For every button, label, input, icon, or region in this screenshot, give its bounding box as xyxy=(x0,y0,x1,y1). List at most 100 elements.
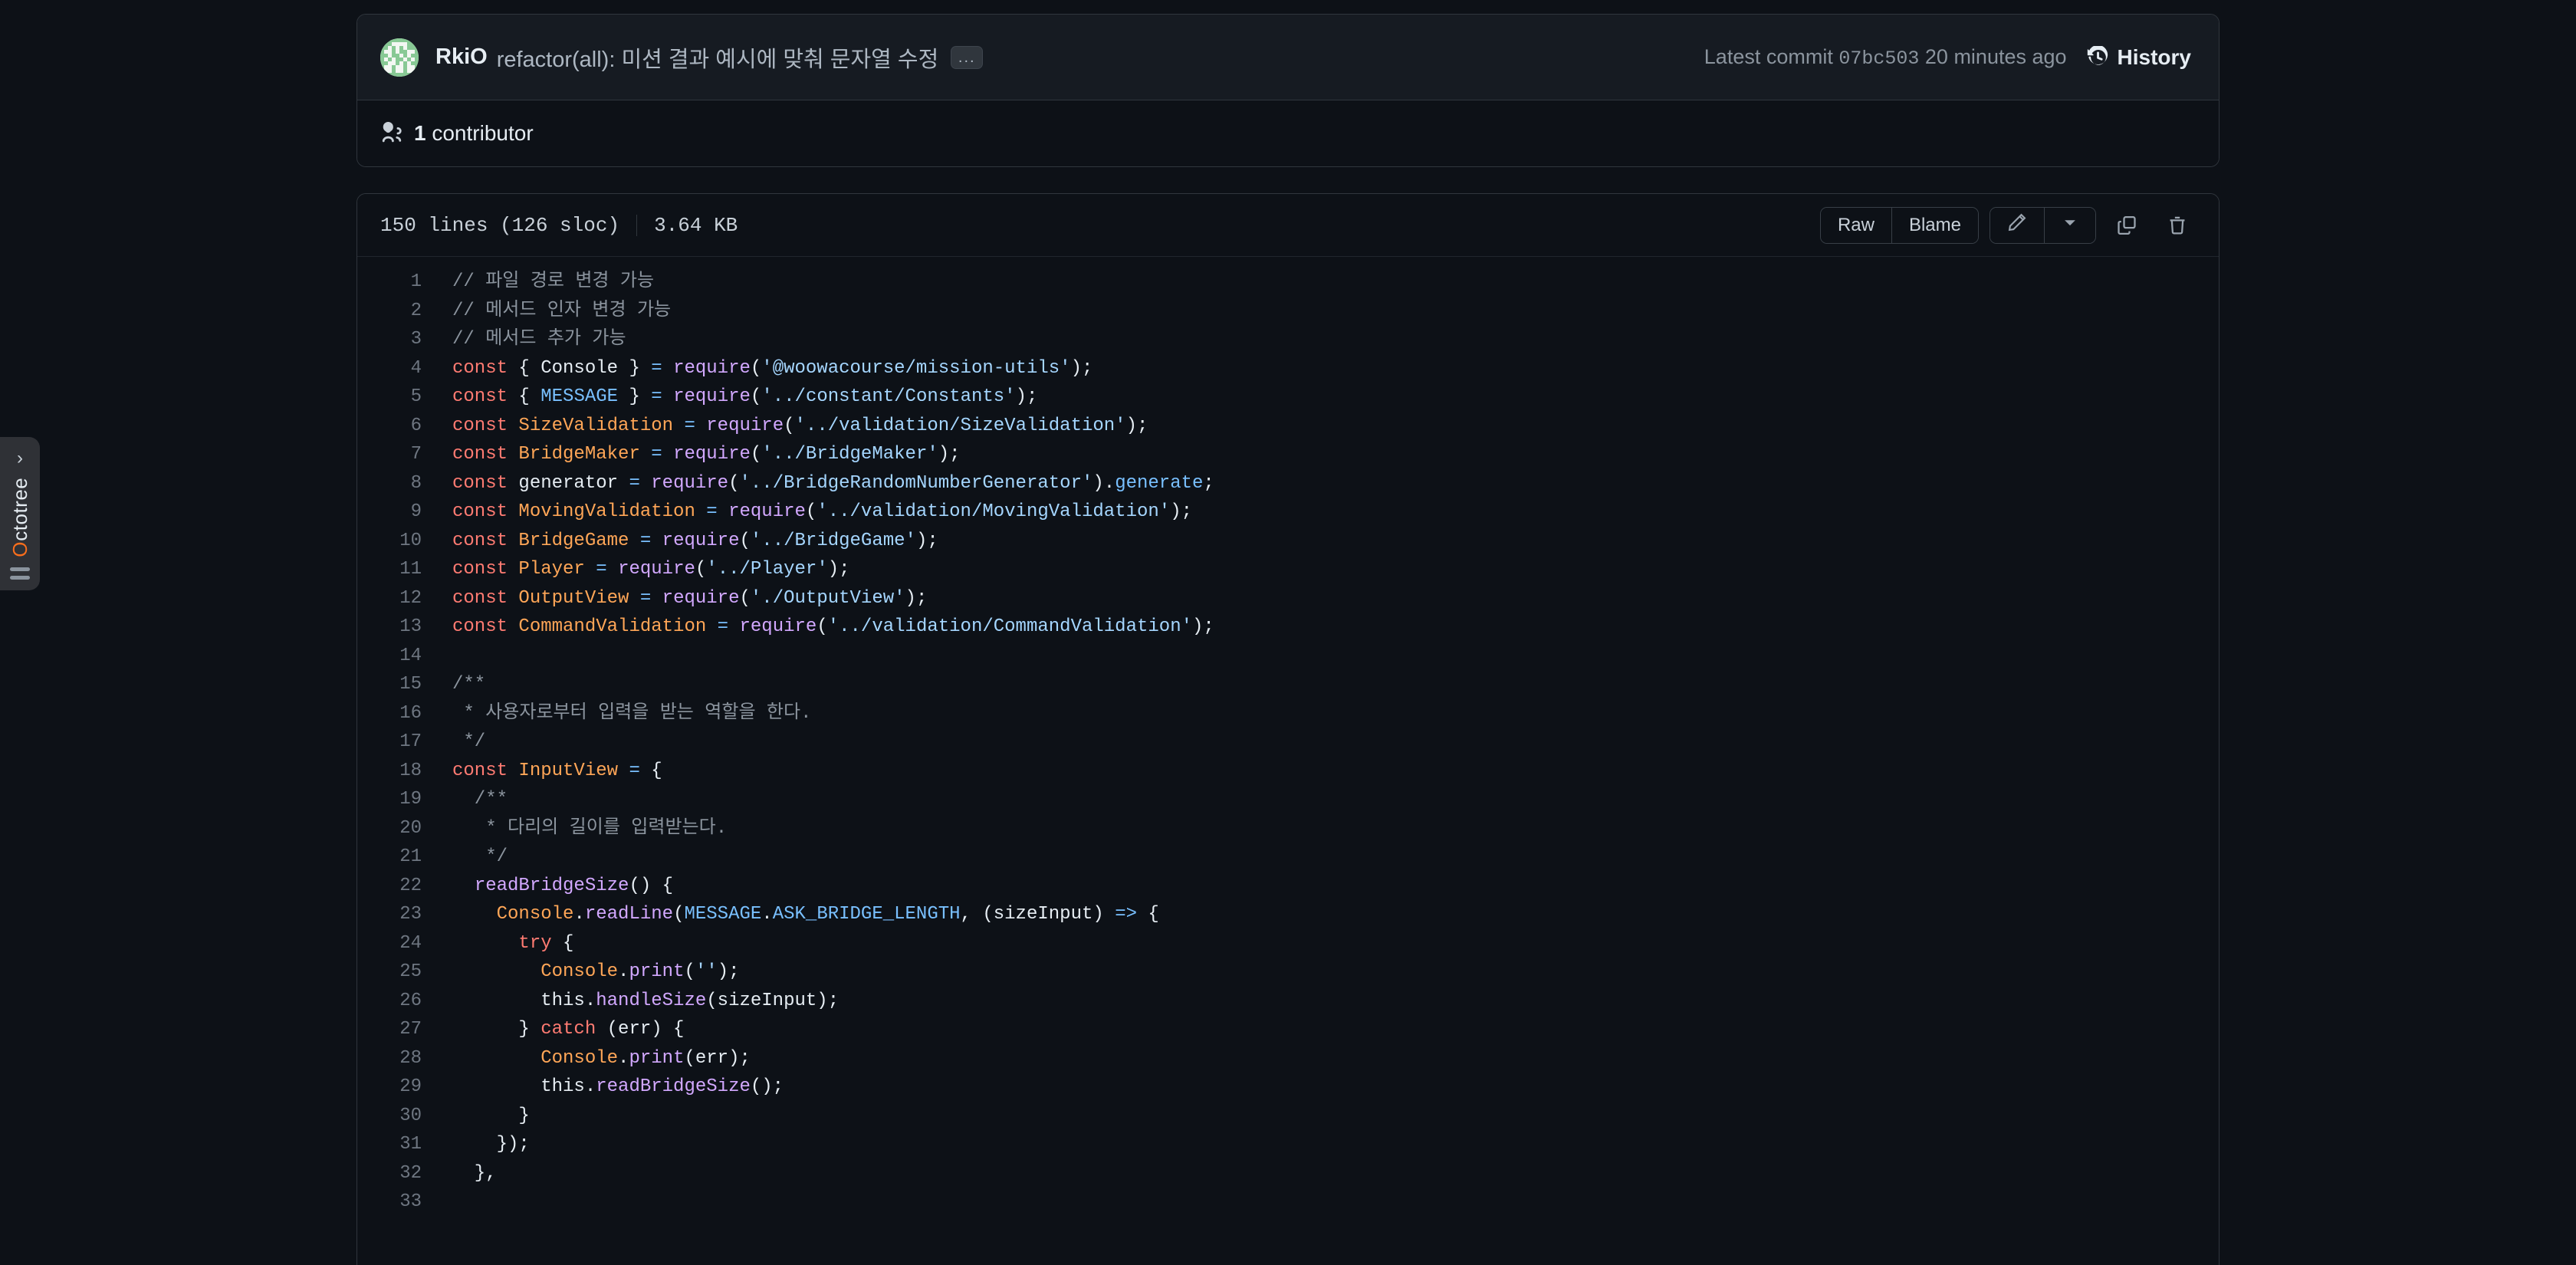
code-token: ( xyxy=(684,961,695,982)
commit-sha[interactable]: 07bc503 xyxy=(1838,48,1919,70)
code-token: // 메서드 인자 변경 가능 xyxy=(452,300,672,321)
line-number[interactable]: 2 xyxy=(357,297,435,326)
contributor-word: contributor xyxy=(432,121,534,145)
line-number[interactable]: 11 xyxy=(357,555,435,584)
line-number[interactable]: 6 xyxy=(357,412,435,441)
code-token: ( xyxy=(750,357,762,379)
code-line: 32 }, xyxy=(357,1159,2219,1188)
file-content-box: 150 lines (126 sloc) 3.64 KB Raw Blame 1… xyxy=(356,193,2220,1265)
code-token: readBridgeSize xyxy=(596,1076,751,1097)
code-token: require xyxy=(706,415,784,436)
line-content: const OutputView = require('./OutputView… xyxy=(435,584,2219,613)
code-token: ( xyxy=(739,587,751,609)
line-number[interactable]: 33 xyxy=(357,1188,435,1217)
code-token: InputView xyxy=(518,760,619,781)
line-number[interactable]: 21 xyxy=(357,843,435,872)
commit-author[interactable]: RkiO xyxy=(435,44,488,70)
line-number[interactable]: 14 xyxy=(357,642,435,671)
chevron-down-icon xyxy=(2062,214,2078,236)
line-number[interactable]: 30 xyxy=(357,1102,435,1131)
code-token: ); xyxy=(1125,415,1148,436)
code-token: const xyxy=(452,415,508,436)
line-number[interactable]: 12 xyxy=(357,584,435,613)
code-token: ); xyxy=(905,587,928,609)
contributors-row[interactable]: 1 contributor xyxy=(357,100,2219,166)
code-token: print xyxy=(629,961,685,982)
line-number[interactable]: 4 xyxy=(357,354,435,383)
history-link[interactable]: History xyxy=(2087,45,2191,70)
code-line: 23 Console.readLine(MESSAGE.ASK_BRIDGE_L… xyxy=(357,900,2219,929)
chevron-right-icon[interactable]: › xyxy=(17,449,23,468)
line-number[interactable]: 25 xyxy=(357,958,435,987)
line-content xyxy=(435,1188,2219,1217)
contributor-count: 1 xyxy=(414,121,426,145)
delete-file-button[interactable] xyxy=(2157,207,2197,244)
code-line: 16 * 사용자로부터 입력을 받는 역할을 한다. xyxy=(357,699,2219,728)
line-number[interactable]: 1 xyxy=(357,268,435,297)
line-number[interactable]: 27 xyxy=(357,1015,435,1044)
line-number[interactable]: 31 xyxy=(357,1130,435,1159)
edit-file-button[interactable] xyxy=(1990,207,2044,243)
copy-raw-content-button[interactable] xyxy=(2107,207,2147,244)
code-token: /** xyxy=(452,674,486,695)
code-token: Player xyxy=(518,559,585,580)
code-token: = xyxy=(651,357,662,379)
code-token: const xyxy=(452,616,508,637)
line-number[interactable]: 17 xyxy=(357,728,435,757)
code-token: readLine xyxy=(584,904,674,925)
octotree-sidebar-tab[interactable]: › Octotree xyxy=(0,437,40,590)
line-number[interactable]: 24 xyxy=(357,929,435,958)
toolbar-divider xyxy=(636,214,638,236)
line-number[interactable]: 3 xyxy=(357,325,435,354)
expand-commit-message-button[interactable]: ... xyxy=(951,45,984,69)
line-number[interactable]: 18 xyxy=(357,757,435,786)
file-toolbar-actions: Raw Blame xyxy=(1819,206,2197,244)
code-line: 11 const Player = require('../Player'); xyxy=(357,555,2219,584)
line-number[interactable]: 26 xyxy=(357,987,435,1016)
commit-message[interactable]: refactor(all): 미션 결과 예시에 맞춰 문자열 수정 xyxy=(497,41,939,74)
code-token: ( xyxy=(739,530,751,551)
code-token: */ xyxy=(452,731,486,752)
line-number[interactable]: 16 xyxy=(357,699,435,728)
line-number[interactable]: 8 xyxy=(357,469,435,498)
line-number[interactable]: 23 xyxy=(357,900,435,929)
line-number[interactable]: 10 xyxy=(357,527,435,556)
file-toolbar: 150 lines (126 sloc) 3.64 KB Raw Blame xyxy=(357,194,2219,257)
line-number[interactable]: 32 xyxy=(357,1159,435,1188)
code-token: ); xyxy=(1192,616,1214,637)
line-number[interactable]: 15 xyxy=(357,670,435,699)
code-token: readBridgeSize xyxy=(474,875,629,896)
code-token: Console xyxy=(496,904,574,925)
code-token: (err) { xyxy=(596,1019,685,1040)
blame-button[interactable]: Blame xyxy=(1891,207,1978,243)
line-number[interactable]: 19 xyxy=(357,785,435,814)
drag-handle-icon[interactable] xyxy=(10,567,30,580)
history-clock-icon xyxy=(2087,45,2110,69)
line-number[interactable]: 7 xyxy=(357,440,435,469)
line-number[interactable]: 13 xyxy=(357,613,435,642)
line-number[interactable]: 29 xyxy=(357,1073,435,1102)
code-token: ); xyxy=(827,559,850,580)
line-number[interactable]: 9 xyxy=(357,498,435,527)
code-token: . xyxy=(761,904,773,925)
line-number[interactable]: 5 xyxy=(357,383,435,412)
line-number[interactable]: 20 xyxy=(357,814,435,843)
raw-button[interactable]: Raw xyxy=(1820,207,1891,243)
code-token: (); xyxy=(750,1076,784,1097)
line-content: /** xyxy=(435,785,2219,814)
code-content[interactable]: 1 // 파일 경로 변경 가능 2 // 메서드 인자 변경 가능 3 // 메서드 추… xyxy=(357,257,2219,1265)
edit-dropdown-button[interactable] xyxy=(2044,207,2095,243)
code-token: * 다리의 길이를 입력받는다. xyxy=(452,817,728,839)
line-content: const BridgeMaker = require('../BridgeMa… xyxy=(435,440,2219,469)
latest-commit-info: Latest commit 07bc503 20 minutes ago xyxy=(1704,45,2067,70)
user-avatar-identicon[interactable] xyxy=(380,38,419,77)
line-content: * 다리의 길이를 입력받는다. xyxy=(435,814,2219,843)
line-number[interactable]: 28 xyxy=(357,1044,435,1073)
line-number[interactable]: 22 xyxy=(357,872,435,901)
